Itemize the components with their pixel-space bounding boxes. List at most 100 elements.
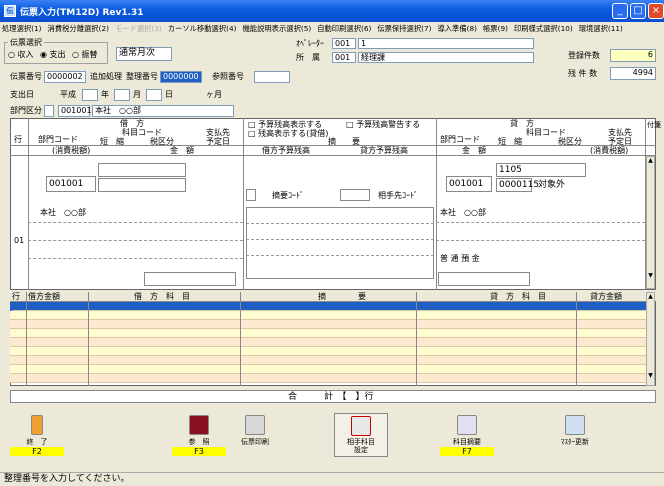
- menu-print-format[interactable]: 印刷様式選択(10): [514, 24, 573, 34]
- credit-amount-input[interactable]: [438, 272, 530, 286]
- section-blank[interactable]: [44, 105, 54, 117]
- table-row[interactable]: [10, 311, 648, 320]
- partner-code-input[interactable]: [340, 189, 370, 201]
- master-update-button-label: ﾏｽﾀｰ更新: [561, 438, 589, 446]
- row-number: 01: [14, 236, 25, 245]
- reference-button[interactable]: 参 照 F3: [172, 413, 226, 457]
- dept-code: 001: [332, 52, 356, 63]
- exit-door-icon: [31, 415, 43, 435]
- book-icon: [189, 415, 209, 435]
- grid-scroll-down-icon[interactable]: ▼: [647, 372, 654, 379]
- table-row[interactable]: [10, 356, 648, 365]
- close-button[interactable]: ×: [648, 3, 664, 19]
- maximize-button[interactable]: □: [630, 3, 646, 19]
- radio-transfer[interactable]: ○ 振替: [72, 49, 98, 61]
- ref-input[interactable]: [254, 71, 290, 83]
- summary-code-label: 摘要ｺｰﾄﾞ: [272, 191, 304, 200]
- menu-slip-hold[interactable]: 伝票保持選択(7): [377, 24, 431, 34]
- credit-dept-input[interactable]: 001001: [446, 176, 492, 192]
- table-row[interactable]: [10, 302, 648, 311]
- table-row[interactable]: [10, 374, 648, 383]
- month-input[interactable]: [114, 89, 130, 101]
- app-icon: 伝: [4, 5, 16, 17]
- year-input[interactable]: [82, 89, 98, 101]
- table-row[interactable]: [10, 365, 648, 374]
- dash-c1: [436, 222, 645, 223]
- credit-col-tax-amt: (消費税額): [590, 146, 629, 155]
- ref-no-input[interactable]: 0000000: [160, 71, 202, 83]
- debit-col-tax-amt: (消費税額): [52, 146, 91, 155]
- mid-col-debit-budget: 借方予算残高: [262, 146, 310, 155]
- year-label: 年: [101, 90, 109, 99]
- section-label: 部門区分: [10, 106, 42, 115]
- grid-vline-1: [26, 292, 27, 386]
- operator-code[interactable]: 001: [332, 38, 356, 49]
- menu-auto-print[interactable]: 自動印刷選択(6): [317, 24, 371, 34]
- attach-label: 付箋: [647, 121, 661, 129]
- master-update-button[interactable]: ﾏｽﾀｰ更新: [548, 413, 602, 457]
- chk-balance-show[interactable]: □ 残高表示する(貸借): [248, 128, 328, 140]
- grid-vline-4: [416, 292, 417, 386]
- radio-payment[interactable]: ◉ 支出: [40, 49, 66, 61]
- table-row[interactable]: [10, 347, 648, 356]
- table-row[interactable]: [10, 329, 648, 338]
- dash-d1: [28, 222, 243, 223]
- exit-key-label: F2: [10, 447, 64, 456]
- grid-vline-2: [88, 292, 89, 386]
- era-label: 平成: [60, 90, 76, 99]
- debit-dept-input[interactable]: 001001: [46, 176, 96, 192]
- grid-vline-5: [576, 292, 577, 386]
- subject-summary-key-label: F7: [440, 447, 494, 456]
- debit-col-due: 予定日: [206, 137, 230, 146]
- add-process-label: 追加処理: [90, 72, 122, 81]
- table-row[interactable]: [10, 338, 648, 347]
- chk-budget-warn[interactable]: □ 予算残高警告する: [346, 119, 420, 131]
- count-value: 6: [610, 49, 656, 62]
- day-input[interactable]: [146, 89, 162, 101]
- summary-text-area[interactable]: [246, 207, 434, 279]
- day-label: 日: [165, 90, 173, 99]
- exit-button[interactable]: 終 了 F2: [10, 413, 64, 457]
- month-label: 月: [133, 90, 141, 99]
- menu-environment[interactable]: 環境選択(11): [579, 24, 623, 34]
- counter-account-button[interactable]: 相手科目 設定: [334, 413, 388, 457]
- scroll-up-icon[interactable]: ▲: [647, 157, 654, 164]
- menu-tax-separate[interactable]: 消費税分離選択(2): [48, 24, 109, 34]
- menu-process[interactable]: 処理選択(1): [2, 24, 42, 34]
- menu-mode[interactable]: モード選択(3): [115, 24, 162, 34]
- debit-subject-input[interactable]: [98, 163, 186, 177]
- grid-scrollbar[interactable]: ▲ ▼: [646, 292, 655, 386]
- slip-no-input[interactable]: 0000002: [44, 71, 86, 83]
- menu-help-display[interactable]: 機能説明表示選択(5): [243, 24, 312, 34]
- remain-value: 4994: [610, 67, 656, 80]
- reference-key-label: F3: [172, 447, 226, 456]
- slip-print-button[interactable]: 伝票印刷: [228, 413, 282, 457]
- entry-scrollbar[interactable]: ▲ ▼: [646, 156, 655, 289]
- debit-sub-input[interactable]: [98, 178, 186, 192]
- section-name: 本社 ○○部: [92, 105, 234, 117]
- menu-cursor[interactable]: カーソル移動選択(4): [168, 24, 237, 34]
- menu-reports[interactable]: 帳票(9): [483, 24, 508, 34]
- grid-col-credit-amt: 貸方金額: [590, 292, 622, 301]
- table-row[interactable]: [10, 320, 648, 329]
- grid-scroll-up-icon[interactable]: ▲: [647, 293, 654, 300]
- minimize-button[interactable]: _: [612, 3, 628, 19]
- section-code[interactable]: 001001: [58, 105, 92, 117]
- debit-amount-input[interactable]: [144, 272, 236, 286]
- exit-button-label: 終 了: [26, 438, 48, 446]
- credit-subject-input[interactable]: 1105: [496, 163, 586, 177]
- menu-setup[interactable]: 導入準備(8): [437, 24, 477, 34]
- radio-receipt[interactable]: ○ 収入: [8, 49, 34, 61]
- credit-account-name: 普 通 預 金: [440, 254, 480, 263]
- summary-code-input[interactable]: [246, 189, 256, 201]
- dash-c2: [436, 240, 645, 241]
- radio-transfer-label: 振替: [81, 50, 98, 59]
- operator-label: ｵﾍﾟﾚｰﾀｰ: [296, 39, 324, 48]
- vline-row: [28, 118, 29, 290]
- dash-d3: [28, 258, 243, 259]
- master-update-icon: [565, 415, 585, 435]
- credit-col-short: 短 縮: [498, 137, 522, 146]
- scroll-down-icon[interactable]: ▼: [647, 272, 654, 279]
- credit-sub-input[interactable]: 0000115: [496, 178, 539, 192]
- subject-summary-button[interactable]: 科目摘要 F7: [440, 413, 494, 457]
